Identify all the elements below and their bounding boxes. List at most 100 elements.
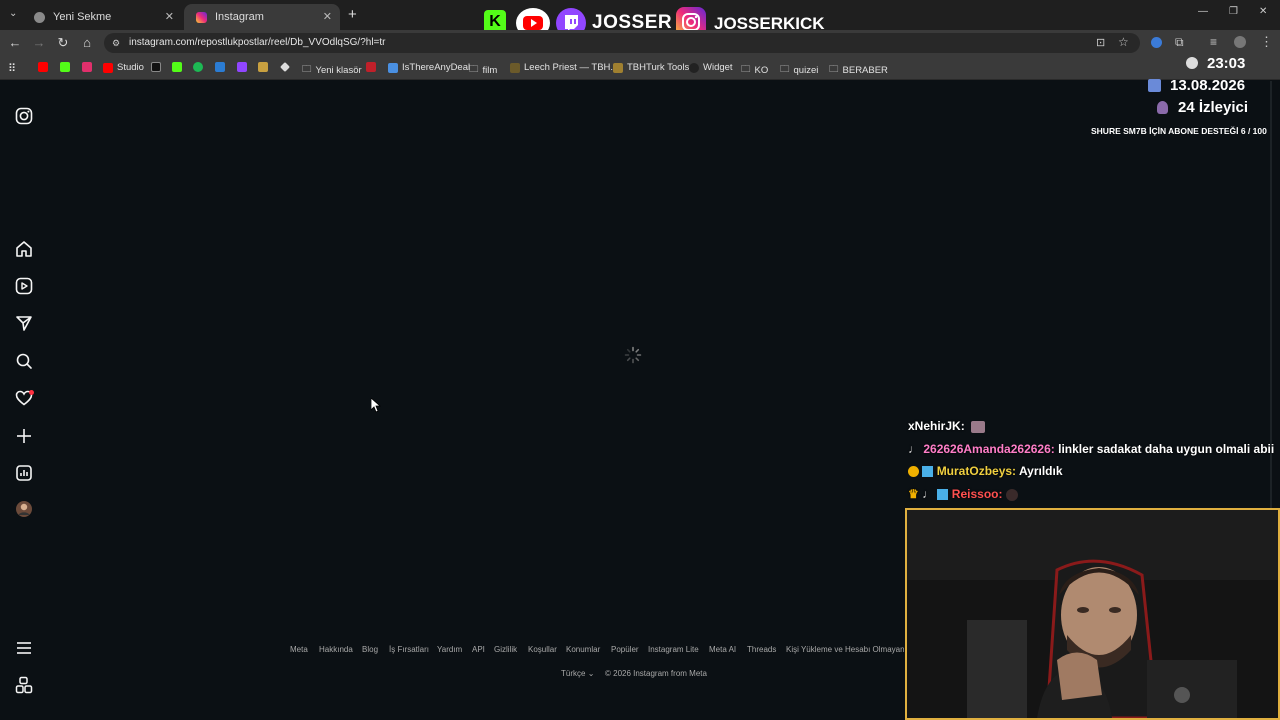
footer-link-blog[interactable]: Blog xyxy=(362,645,378,654)
chat-user: Reissoo: xyxy=(951,487,1003,501)
twitch-icon xyxy=(237,62,247,72)
bookmark-label: KO xyxy=(754,64,769,76)
spotify-icon xyxy=(193,62,203,72)
url-text[interactable]: instagram.com/repostlukpostlar/reel/Db_V… xyxy=(129,37,386,48)
webcam-image xyxy=(907,510,1278,718)
direct-messages-icon[interactable] xyxy=(15,314,33,332)
loading-spinner-icon xyxy=(624,346,642,364)
outlook-icon xyxy=(215,62,225,72)
profile-icon[interactable] xyxy=(1234,36,1246,48)
footer-link-threads[interactable]: Threads xyxy=(747,645,776,654)
chat-message: MuratOzbeys: Ayrıldık xyxy=(908,464,1063,478)
bookmark-kick[interactable] xyxy=(60,62,74,72)
footer-link-instagram-lite[interactable]: Instagram Lite xyxy=(648,645,699,654)
chat-message: ♛ ♩ Reissoo: xyxy=(908,487,1018,501)
bookmark-twitch[interactable] xyxy=(237,62,251,72)
bookmark-diamond[interactable] xyxy=(280,62,294,72)
bookmark-yeni-klasor[interactable]: 🗀 Yeni klasör xyxy=(302,62,362,78)
bookmark-star-icon[interactable]: ☆ xyxy=(1118,35,1129,49)
footer-link-konumlar[interactable]: Konumlar xyxy=(566,645,600,654)
sub-goal-text: SHURE SM7B İÇİN ABONE DESTEĞİ 6 / 100 xyxy=(1091,126,1267,136)
bookmark-label: TBHTurk Tools xyxy=(627,62,690,73)
bookmark-quizei[interactable]: 🗀 quizei xyxy=(780,62,818,78)
search-icon[interactable] xyxy=(15,352,33,370)
bookmark-instagram[interactable] xyxy=(82,62,96,72)
instagram-icon xyxy=(82,62,92,72)
red-triangle-icon xyxy=(366,62,376,72)
apps-grid-icon[interactable]: ⠿ xyxy=(8,62,16,75)
footer-link-kosullar[interactable]: Koşullar xyxy=(528,645,557,654)
site-info-icon[interactable]: ⚙ xyxy=(112,38,120,49)
footer-link-yardim[interactable]: Yardım xyxy=(437,645,462,654)
minimize-button[interactable]: — xyxy=(1198,6,1208,17)
tab-yeni-sekme[interactable]: Yeni Sekme ✕ xyxy=(22,4,182,30)
youtube-icon xyxy=(38,62,48,72)
tab-close-icon[interactable]: ✕ xyxy=(165,10,174,23)
profile-avatar[interactable] xyxy=(15,500,33,518)
chat-message: ♩ 262626Amanda262626: linkler sadakat da… xyxy=(908,442,1274,456)
language-selector[interactable]: Türkçe ⌄ xyxy=(561,669,594,678)
viewer-count: 24 İzleyici xyxy=(1178,99,1249,116)
reels-icon[interactable] xyxy=(15,277,33,295)
bookmark-leech-priest[interactable]: Leech Priest — TBH... xyxy=(510,62,618,73)
bookmark-film[interactable]: 🗀 film xyxy=(469,62,497,78)
clock-icon xyxy=(1186,57,1198,69)
footer-link-clip: Kişi Yükleme ve Hesabı Olmayan K xyxy=(786,645,904,657)
footer-link-gizlilik[interactable]: Gizlilik xyxy=(494,645,517,654)
close-window-button[interactable]: ✕ xyxy=(1259,6,1267,17)
bookmark-tiktok[interactable] xyxy=(151,62,165,72)
instagram-logo-icon[interactable] xyxy=(15,107,33,125)
tab-search-chevron-icon[interactable]: ⌄ xyxy=(9,8,17,19)
folder-icon: 🗀 xyxy=(469,64,479,75)
extension-s-icon[interactable] xyxy=(1151,37,1162,48)
bookmark-widget[interactable]: Widget xyxy=(689,62,733,73)
also-from-meta-icon[interactable] xyxy=(15,676,33,694)
footer-link-populer[interactable]: Popüler xyxy=(611,645,639,654)
extensions-puzzle-icon[interactable]: ⧉ xyxy=(1175,35,1184,50)
footer-link-meta[interactable]: Meta xyxy=(290,645,308,654)
bookmark-isthereanydeal[interactable]: IsThereAnyDeal xyxy=(388,62,470,73)
back-icon[interactable]: ← xyxy=(8,36,22,50)
viewer-icon xyxy=(1157,101,1168,114)
bookmark-spotify[interactable] xyxy=(193,62,207,72)
folder-icon: 🗀 xyxy=(302,64,312,75)
bookmark-beraber[interactable]: 🗀 BERABER xyxy=(829,62,888,78)
bookmark-misc[interactable] xyxy=(258,62,272,72)
bookmark-youtube[interactable] xyxy=(38,62,52,72)
footer-link-meta-ai[interactable]: Meta AI xyxy=(709,645,736,654)
footer-link-hakkinda[interactable]: Hakkında xyxy=(319,645,353,654)
diamond-icon xyxy=(280,62,290,72)
reload-icon[interactable]: ↻ xyxy=(56,36,70,50)
home-icon[interactable]: ⌂ xyxy=(80,36,94,50)
bookmark-ko[interactable]: 🗀 KO xyxy=(741,62,768,78)
restore-button[interactable]: ❐ xyxy=(1229,6,1238,17)
badge-icon xyxy=(908,466,919,478)
chat-text: linkler sadakat daha uygun olmali abii xyxy=(1058,442,1275,456)
bookmark-label: Widget xyxy=(703,62,733,73)
tab-instagram[interactable]: Instagram ✕ xyxy=(184,4,340,30)
chat-text: Ayrıldık xyxy=(1018,464,1063,478)
install-app-icon[interactable]: ⊡ xyxy=(1096,36,1105,49)
footer-link-api[interactable]: API xyxy=(472,645,485,654)
bookmark-studio[interactable]: Studio xyxy=(103,62,144,73)
chat-message: xNehirJK: xyxy=(908,419,986,433)
bookmark-red[interactable] xyxy=(366,62,380,72)
media-control-icon[interactable]: ≡ xyxy=(1210,35,1217,49)
more-menu-icon[interactable] xyxy=(15,639,33,657)
chevron-down-icon: ⌄ xyxy=(587,669,595,678)
bookmark-kick-2[interactable] xyxy=(172,62,186,72)
footer-link-kisi-yukleme[interactable]: Kişi Yükleme ve Hesabı Olmayan K xyxy=(786,645,904,654)
bookmark-label: quizei xyxy=(793,64,819,76)
footer-link-is-firsatlari[interactable]: İş Fırsatları xyxy=(389,645,429,654)
tab-close-icon[interactable]: ✕ xyxy=(323,10,332,23)
stream-date: 13.08.2026 xyxy=(1170,77,1246,94)
home-icon[interactable] xyxy=(15,240,33,258)
create-plus-icon[interactable] xyxy=(15,427,33,445)
dashboard-insights-icon[interactable] xyxy=(15,464,33,482)
chat-user: 262626Amanda262626: xyxy=(923,442,1055,456)
forward-icon[interactable]: → xyxy=(32,36,46,50)
new-tab-button[interactable]: + xyxy=(348,6,357,23)
bookmark-outlook[interactable] xyxy=(215,62,229,72)
bookmark-tbhturk-tools[interactable]: TBHTurk Tools xyxy=(613,62,689,73)
menu-kebab-icon[interactable]: ⋮ xyxy=(1260,34,1273,50)
